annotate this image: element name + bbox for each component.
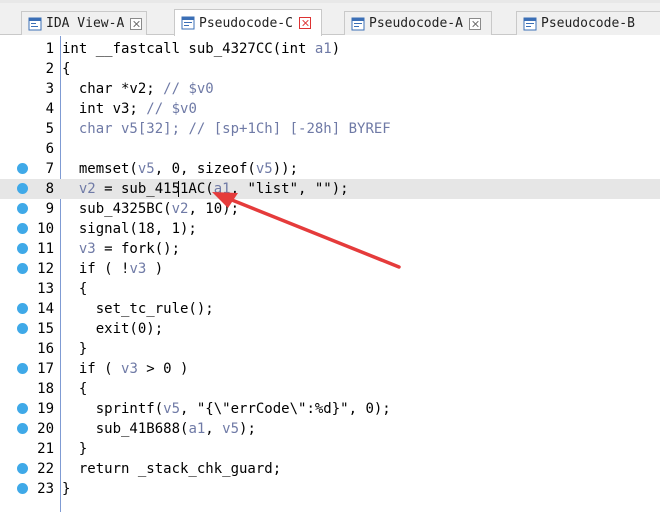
- line-number: 16: [37, 341, 54, 357]
- code-line[interactable]: 23}: [0, 479, 660, 499]
- code-text[interactable]: sub_41B688(a1, v5);: [62, 419, 256, 439]
- line-number: 10: [37, 221, 54, 237]
- code-line[interactable]: 4 int v3; // $v0: [0, 99, 660, 119]
- breakpoint-dot-icon[interactable]: [17, 423, 28, 434]
- pseudocode-icon: [523, 17, 537, 31]
- line-number: 1: [45, 41, 54, 57]
- line-number: 2: [45, 61, 54, 77]
- breakpoint-dot-icon[interactable]: [17, 263, 28, 274]
- line-number: 21: [37, 441, 54, 457]
- breakpoint-dot-icon[interactable]: [17, 203, 28, 214]
- code-line[interactable]: 5 char v5[32]; // [sp+1Ch] [-28h] BYREF: [0, 119, 660, 139]
- code-text[interactable]: }: [62, 439, 87, 459]
- code-text[interactable]: }: [62, 339, 87, 359]
- breakpoint-dot-icon[interactable]: [17, 463, 28, 474]
- line-number: 23: [37, 481, 54, 497]
- line-number: 11: [37, 241, 54, 257]
- code-text[interactable]: signal(18, 1);: [62, 219, 197, 239]
- line-number: 19: [37, 401, 54, 417]
- breakpoint-dot-icon[interactable]: [17, 483, 28, 494]
- tab-label: IDA View-A: [46, 16, 125, 31]
- code-line[interactable]: 7 memset(v5, 0, sizeof(v5));: [0, 159, 660, 179]
- tab-ida-view-a[interactable]: IDA View-A: [21, 11, 147, 35]
- breakpoint-dot-icon[interactable]: [17, 163, 28, 174]
- code-line[interactable]: 1 int __fastcall sub_4327CC(int a1): [0, 39, 660, 59]
- code-text[interactable]: v3 = fork();: [62, 239, 180, 259]
- line-number: 8: [45, 181, 54, 197]
- code-line[interactable]: 9 sub_4325BC(v2, 10);: [0, 199, 660, 219]
- tab-label: Pseudocode-B: [541, 16, 635, 31]
- code-text[interactable]: return _stack_chk_guard;: [62, 459, 281, 479]
- line-number: 20: [37, 421, 54, 437]
- line-number: 18: [37, 381, 54, 397]
- ida-view-icon: [28, 17, 42, 31]
- code-text[interactable]: exit(0);: [62, 319, 163, 339]
- tab-pseudocode-a[interactable]: Pseudocode-A: [344, 11, 492, 35]
- tab-bar: IDA View-A Pseudocode-C Pseudocode-A Pse…: [0, 3, 660, 36]
- code-line[interactable]: 3 char *v2; // $v0: [0, 79, 660, 99]
- close-icon[interactable]: [130, 17, 143, 30]
- line-number: 12: [37, 261, 54, 277]
- line-number: 7: [45, 161, 54, 177]
- pseudocode-icon: [181, 16, 195, 30]
- line-number: 22: [37, 461, 54, 477]
- code-line[interactable]: 19 sprintf(v5, "{\"errCode\":%d}", 0);: [0, 399, 660, 419]
- line-number: 14: [37, 301, 54, 317]
- line-number: 17: [37, 361, 54, 377]
- code-line[interactable]: 17 if ( v3 > 0 ): [0, 359, 660, 379]
- tab-pseudocode-b[interactable]: Pseudocode-B: [516, 11, 660, 35]
- pseudocode-icon: [351, 17, 365, 31]
- breakpoint-dot-icon[interactable]: [17, 223, 28, 234]
- code-text[interactable]: if ( !v3 ): [62, 259, 163, 279]
- close-icon[interactable]: [298, 17, 311, 29]
- line-number: 6: [45, 141, 54, 157]
- code-line[interactable]: 10 signal(18, 1);: [0, 219, 660, 239]
- line-number: 9: [45, 201, 54, 217]
- code-text[interactable]: {: [62, 279, 87, 299]
- code-text[interactable]: char v5[32]; // [sp+1Ch] [-28h] BYREF: [62, 119, 391, 139]
- code-line[interactable]: 18 {: [0, 379, 660, 399]
- text-cursor: [178, 181, 179, 197]
- code-line[interactable]: 2{: [0, 59, 660, 79]
- line-number: 13: [37, 281, 54, 297]
- code-line[interactable]: 11 v3 = fork();: [0, 239, 660, 259]
- line-number: 3: [45, 81, 54, 97]
- code-text[interactable]: char *v2; // $v0: [62, 79, 214, 99]
- code-text[interactable]: sprintf(v5, "{\"errCode\":%d}", 0);: [62, 399, 391, 419]
- code-text[interactable]: v2 = sub_4151AC(a1, "list", "");: [62, 179, 349, 199]
- code-line[interactable]: 12 if ( !v3 ): [0, 259, 660, 279]
- breakpoint-dot-icon[interactable]: [17, 323, 28, 334]
- line-number: 5: [45, 121, 54, 137]
- code-line[interactable]: 22 return _stack_chk_guard;: [0, 459, 660, 479]
- breakpoint-dot-icon[interactable]: [17, 403, 28, 414]
- code-text[interactable]: if ( v3 > 0 ): [62, 359, 189, 379]
- code-line[interactable]: 16 }: [0, 339, 660, 359]
- code-line[interactable]: 15 exit(0);: [0, 319, 660, 339]
- code-line[interactable]: 13 {: [0, 279, 660, 299]
- code-text[interactable]: int __fastcall sub_4327CC(int a1): [62, 39, 340, 59]
- line-number: 15: [37, 321, 54, 337]
- breakpoint-dot-icon[interactable]: [17, 183, 28, 194]
- code-text[interactable]: {: [62, 379, 87, 399]
- code-text[interactable]: }: [62, 479, 70, 499]
- tab-pseudocode-c[interactable]: Pseudocode-C: [174, 9, 322, 36]
- breakpoint-dot-icon[interactable]: [17, 363, 28, 374]
- code-text[interactable]: sub_4325BC(v2, 10);: [62, 199, 239, 219]
- code-text[interactable]: memset(v5, 0, sizeof(v5));: [62, 159, 298, 179]
- close-icon[interactable]: [468, 17, 481, 30]
- line-number: 4: [45, 101, 54, 117]
- code-line[interactable]: 8 v2 = sub_4151AC(a1, "list", "");: [0, 179, 660, 199]
- tab-label: Pseudocode-A: [369, 16, 463, 31]
- breakpoint-dot-icon[interactable]: [17, 303, 28, 314]
- code-text[interactable]: {: [62, 59, 70, 79]
- code-line[interactable]: 20 sub_41B688(a1, v5);: [0, 419, 660, 439]
- code-text[interactable]: set_tc_rule();: [62, 299, 214, 319]
- code-line[interactable]: 14 set_tc_rule();: [0, 299, 660, 319]
- code-line[interactable]: 6: [0, 139, 660, 159]
- tab-label: Pseudocode-C: [199, 15, 293, 31]
- breakpoint-dot-icon[interactable]: [17, 243, 28, 254]
- code-line[interactable]: 21 }: [0, 439, 660, 459]
- code-text[interactable]: int v3; // $v0: [62, 99, 197, 119]
